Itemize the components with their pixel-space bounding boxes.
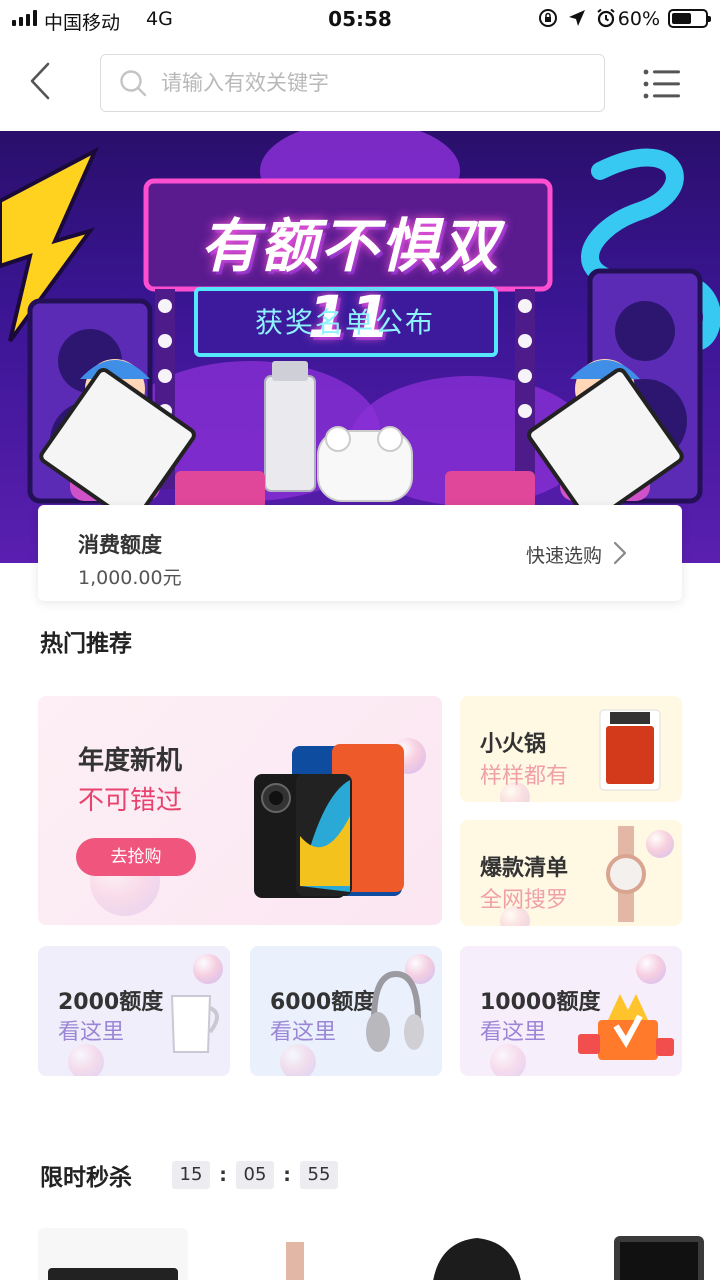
keyboard-image [48,1268,178,1280]
tablet-image [614,1236,704,1280]
countdown-minutes: 05 [236,1161,274,1189]
decor-bubble [68,1044,104,1076]
quota-card-10000[interactable]: 10000额度 看这里 [460,946,682,1076]
menu-button[interactable] [642,68,682,100]
hotpot-image [599,709,661,791]
decor-bubble [636,954,666,984]
countdown-seconds: 55 [300,1161,338,1189]
hotpot-subtitle: 样样都有 [480,764,569,789]
quota-title: 2000额度 [58,990,164,1015]
promo-banner[interactable]: 有额不惧双11 获奖名单公布 [0,131,720,563]
grab-button[interactable]: 去抢购 [76,838,196,876]
flash-product-item[interactable] [402,1228,552,1280]
search-icon [120,70,147,97]
rotation-lock-icon [539,9,557,27]
watch-image [286,1242,304,1280]
flash-product-item[interactable] [38,1228,188,1280]
credit-limit-amount: 1,000.00元 [78,567,182,589]
battery-percent: 60% [617,8,660,30]
quota-card-2000[interactable]: 2000额度 看这里 [38,946,230,1076]
hot-section-title: 热门推荐 [40,631,132,657]
countdown-separator: : [283,1164,291,1186]
decor-bubble [193,954,223,984]
flash-sale-products [0,1228,720,1280]
countdown-hours: 15 [172,1161,210,1189]
credit-limit-card: 消费额度 1,000.00元 快速选购 [38,505,682,601]
flash-product-item[interactable] [220,1228,370,1280]
nav-bar [0,38,720,130]
status-bar: 中国移动 4G 05:58 60% [0,0,720,38]
search-input[interactable] [161,71,561,95]
quota-card-6000[interactable]: 6000额度 看这里 [250,946,442,1076]
bestseller-subtitle: 全网搜罗 [480,888,569,913]
list-menu-icon [643,69,680,99]
back-button[interactable] [20,56,60,106]
status-icons [538,8,616,28]
quota-subtitle: 看这里 [58,1020,125,1045]
flash-product-item[interactable] [584,1228,720,1280]
new-phone-card[interactable]: 年度新机 不可错过 去抢购 [38,696,442,925]
decor-bubble [490,1044,526,1076]
bestseller-card[interactable]: 爆款清单 全网搜罗 [460,820,682,926]
new-phone-subtitle: 不可错过 [78,786,183,816]
watch-image [606,826,646,922]
quota-subtitle: 看这里 [270,1020,337,1045]
quota-subtitle: 看这里 [480,1020,547,1045]
countdown-separator: : [219,1164,227,1186]
new-phone-title: 年度新机 [78,746,183,776]
quick-buy-label: 快速选购 [525,545,602,567]
bestseller-title: 爆款清单 [480,856,569,881]
countdown-timer: 15 : 05 : 55 [172,1161,338,1189]
battery-icon [668,9,711,28]
gift-box-image [578,994,674,1060]
chevron-left-icon [30,62,50,100]
hotpot-title: 小火锅 [480,732,547,757]
flash-sale-title: 限时秒杀 [40,1165,132,1191]
decor-bubble [280,1044,316,1076]
mug-image [170,995,219,1053]
hotpot-card[interactable]: 小火锅 样样都有 [460,696,682,802]
search-bar[interactable] [100,54,605,112]
jacket-image [433,1238,521,1280]
location-arrow-icon [569,10,585,26]
banner-subtitle: 获奖名单公布 [254,306,435,339]
headphones-image [366,970,424,1052]
quota-title: 6000额度 [270,990,376,1015]
credit-limit-label: 消费额度 [78,533,162,557]
chevron-right-icon [613,541,627,565]
quick-buy-link[interactable]: 快速选购 [526,541,602,568]
alarm-icon [597,8,615,28]
decor-bubble [646,830,674,858]
phones-image [254,744,404,898]
battery-level [672,13,691,24]
